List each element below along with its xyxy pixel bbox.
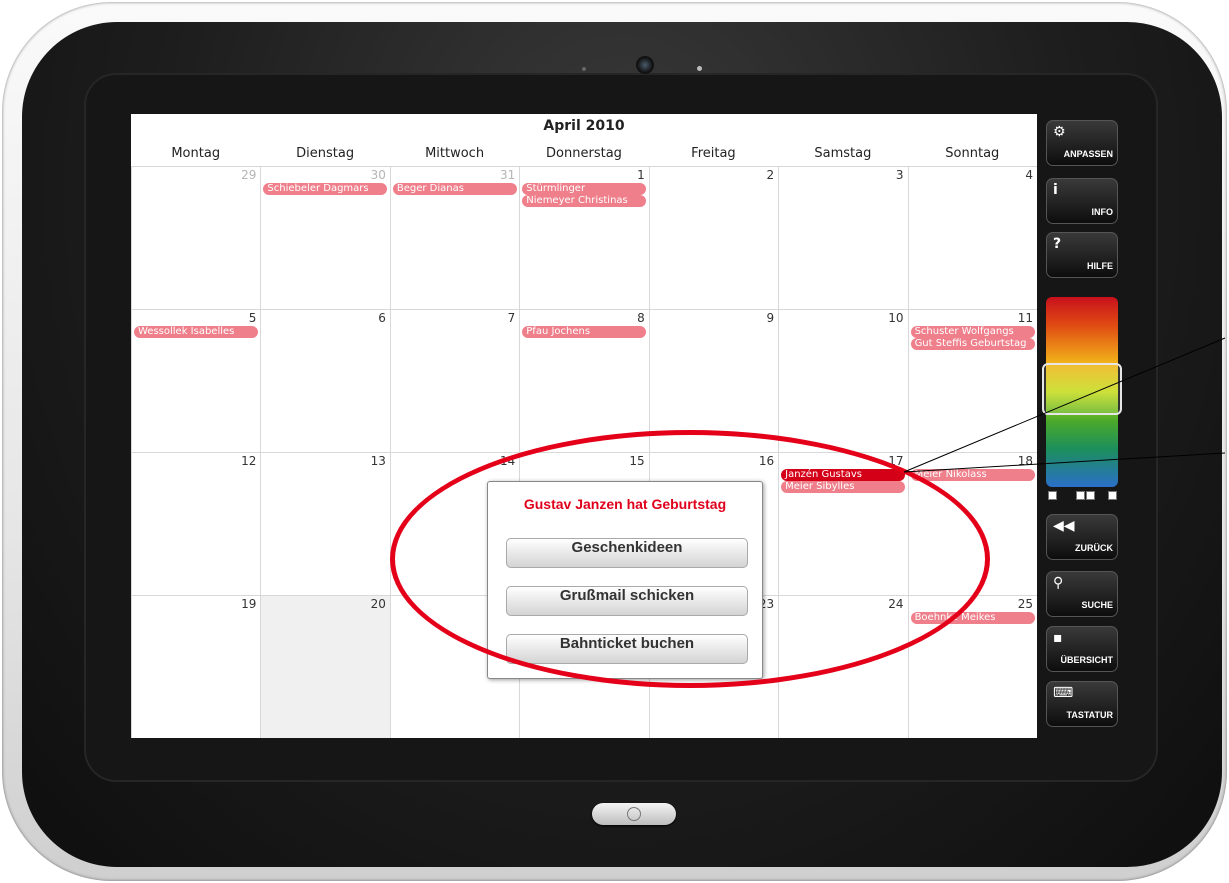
annotation-lines <box>903 337 1226 473</box>
annotation-line <box>903 452 1226 473</box>
annotation-line <box>903 337 1226 473</box>
